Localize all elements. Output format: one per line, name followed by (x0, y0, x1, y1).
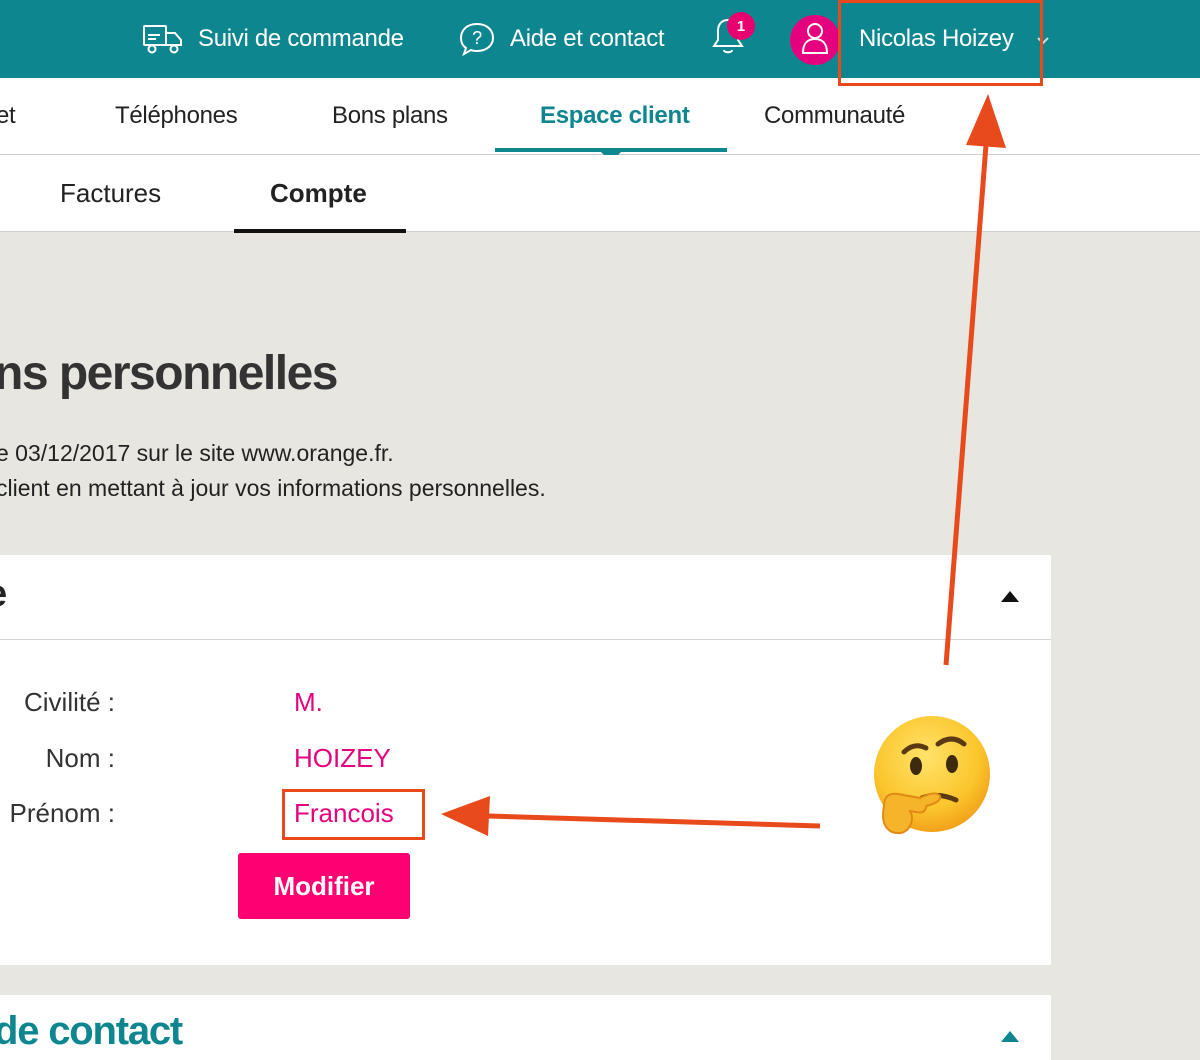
arrow-to-user-name (943, 94, 1006, 666)
arrow-to-first-name (441, 796, 821, 836)
annotation-arrows (441, 94, 1006, 836)
thinking-face-icon (874, 716, 990, 835)
